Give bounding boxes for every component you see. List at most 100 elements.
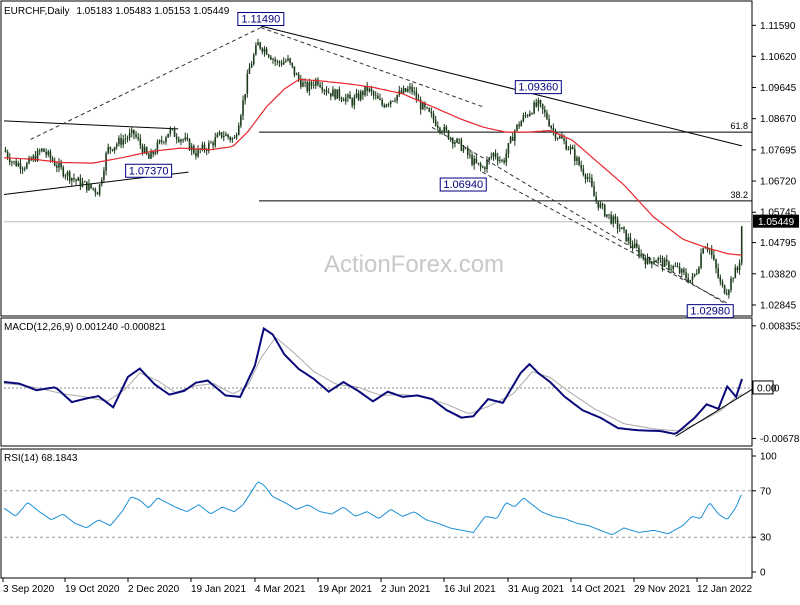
candle-body [610,214,612,224]
candle-body [582,168,585,175]
candle-body [372,91,375,96]
candle-body [642,254,645,259]
price-tick-label: 1.03820 [760,269,797,280]
rsi-header: RSI(14) 68.1843 [4,453,78,464]
price-tick-label: 1.06720 [760,177,797,188]
candle-body [633,243,636,248]
price-tick-label: 1.02845 [760,300,797,311]
candle-body [732,278,734,279]
candle-body [229,137,231,140]
candle-body [184,137,187,140]
candle-body [242,100,244,116]
candle-body [588,177,591,179]
candle-body [272,59,274,61]
candle-body [546,112,548,119]
candle-body [466,147,469,155]
candle-body [475,158,478,163]
candle-body [105,153,107,171]
macd-tick-label: -0.006788 [760,434,800,445]
candle-body [237,125,240,135]
candle-body [351,98,353,106]
annotation-text: 1.02980 [690,306,730,318]
candle-body [64,175,67,177]
candle-body [169,128,172,134]
candle-body [655,260,657,262]
price-annotation: 1.06940 [439,177,487,192]
candle-body [310,82,313,86]
candle-body [526,115,529,116]
candle-body [139,138,142,146]
x-tick-label: 14 Oct 2021 [571,584,626,595]
candle-body [135,134,137,137]
candle-body [691,276,694,280]
watermark: ActionForex.com [324,251,504,278]
candle-body [319,84,321,87]
candle-body [306,82,309,92]
candle-body [428,108,431,112]
candle-body [518,124,520,127]
candle-body [280,62,283,65]
candle-body [447,130,450,140]
candle-body [505,153,508,163]
candle-body [364,86,366,96]
candle-body [618,228,621,230]
candle-body [282,61,285,65]
candle-body [571,146,574,150]
candle-body [509,136,512,144]
candle-body [473,158,475,165]
candle-body [404,88,407,92]
price-header-symbol: EURCHF,Daily 1.05183 1.05483 1.05153 1.0… [4,6,230,17]
candle-body [663,259,666,267]
rsi-tick-label: 100 [760,452,777,463]
candle-body [402,88,405,94]
candle-body [287,58,289,61]
candle-body [379,98,381,100]
candle-body [614,216,617,220]
candle-body [90,183,92,188]
candle-body [374,95,377,97]
candle-body [167,133,169,138]
candle-body [359,91,362,100]
candle-body [115,144,118,147]
candle-body [728,290,730,295]
candle-body [141,145,144,154]
candle-body [436,125,439,128]
candle-body [329,93,332,97]
candle-body [644,258,647,265]
candle-body [295,74,298,76]
macd-header: MACD(12,26,9) 0.001240 -0.000821 [4,322,166,333]
candle-body [520,121,523,127]
candle-body [66,171,69,176]
candle-body [661,258,664,267]
candle-body [558,136,561,139]
candle-body [79,177,82,187]
candle-body [646,257,649,265]
candle-body [23,168,26,170]
candle-body [100,179,103,185]
candle-body [702,248,704,254]
candle-body [653,261,655,265]
candle-body [394,100,396,102]
candle-body [210,142,212,144]
candle-body [173,128,176,137]
candle-body [464,147,467,149]
symbol-label: EURCHF,Daily [4,6,70,17]
candle-body [267,54,270,57]
candle-body [539,100,542,104]
candle-body [689,279,692,282]
candle-body [738,263,741,270]
candle-body [289,58,291,63]
candle-body [285,60,287,62]
candle-body [107,146,110,154]
candle-body [88,183,90,191]
candle-body [304,82,306,84]
rsi-tick-label: 30 [760,533,772,544]
candle-body [6,151,9,158]
candle-body [252,54,255,65]
macd-tick-label: 0.008353 [760,321,800,332]
candle-body [197,148,199,157]
candle-body [565,141,568,150]
candle-body [357,93,360,100]
candle-body [449,138,452,140]
candle-body [17,163,20,167]
